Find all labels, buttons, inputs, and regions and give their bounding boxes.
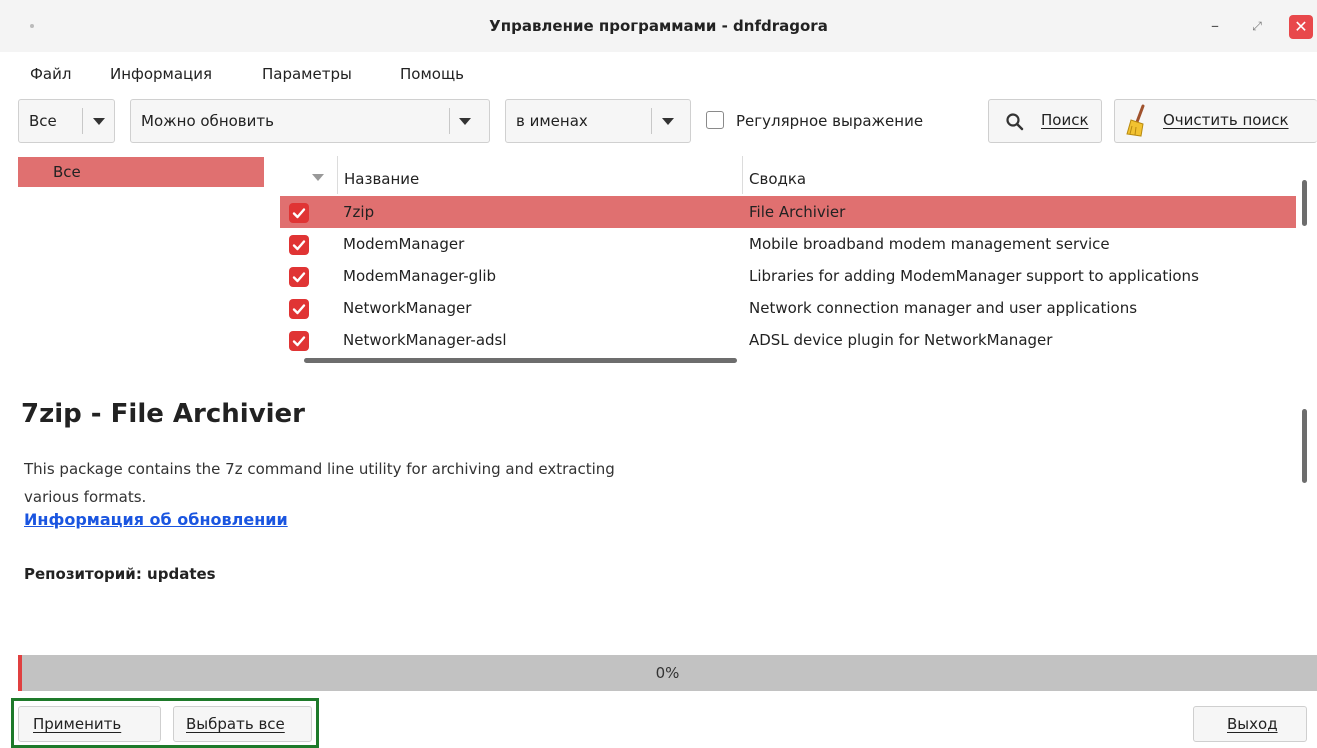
select-all-button-label: Выбрать все — [186, 715, 285, 733]
group-item-all[interactable]: Все — [18, 157, 264, 187]
search-field-value: в именах — [516, 112, 588, 130]
table-row[interactable]: ModemManager-glib Libraries for adding M… — [280, 260, 1296, 292]
row-checkbox[interactable] — [289, 331, 309, 351]
sort-arrow-icon[interactable] — [312, 174, 324, 181]
details-repository: Репозиторий: updates — [24, 565, 216, 583]
table-row[interactable]: NetworkManager Network connection manage… — [280, 292, 1296, 324]
table-row[interactable]: ModemManager Mobile broadband modem mana… — [280, 228, 1296, 260]
chevron-down-icon — [459, 118, 471, 125]
group-item-label: Все — [53, 163, 81, 181]
check-icon — [292, 304, 306, 315]
regex-label: Регулярное выражение — [736, 112, 924, 130]
select-all-button[interactable]: Выбрать все — [173, 706, 312, 742]
menu-bar: Файл Информация Параметры Помощь — [0, 60, 1317, 88]
chevron-down-icon — [93, 118, 105, 125]
menu-info[interactable]: Информация — [110, 60, 212, 88]
package-summary: Libraries for adding ModemManager suppor… — [749, 267, 1199, 285]
maximize-button[interactable]: ⤢ — [1248, 16, 1266, 36]
table-row[interactable]: NetworkManager-adsl ADSL device plugin f… — [280, 324, 1296, 356]
package-summary: Mobile broadband modem management servic… — [749, 235, 1110, 253]
horizontal-scrollbar[interactable] — [304, 358, 737, 363]
details-scrollbar[interactable] — [1302, 409, 1307, 483]
column-header-name[interactable]: Название — [344, 160, 419, 198]
window-title: Управление программами - dnfdragora — [489, 17, 828, 35]
menu-options[interactable]: Параметры — [262, 60, 352, 88]
regex-checkbox[interactable] — [706, 111, 724, 129]
package-summary: ADSL device plugin for NetworkManager — [749, 331, 1053, 349]
update-info-link[interactable]: Информация об обновлении — [24, 510, 288, 529]
check-icon — [292, 272, 306, 283]
scope-value: Все — [29, 112, 57, 130]
clear-search-button-label: Очистить поиск — [1163, 111, 1289, 129]
progress-bar: 0% — [18, 655, 1317, 691]
quit-button[interactable]: Выход — [1193, 706, 1307, 742]
package-name: ModemManager — [343, 235, 465, 253]
details-title: 7zip - File Archivier — [21, 399, 306, 429]
menu-help[interactable]: Помощь — [400, 60, 464, 88]
check-icon — [292, 336, 306, 347]
progress-label: 0% — [655, 664, 680, 682]
row-checkbox[interactable] — [289, 267, 309, 287]
chevron-down-icon — [662, 118, 674, 125]
minimize-button[interactable]: – — [1206, 16, 1224, 36]
package-summary: File Archivier — [749, 203, 846, 221]
filter-value: Можно обновить — [141, 112, 274, 130]
vertical-scrollbar[interactable] — [1302, 180, 1307, 226]
quit-button-label: Выход — [1227, 715, 1278, 733]
apply-button[interactable]: Применить — [18, 706, 161, 742]
close-button[interactable]: ✕ — [1289, 15, 1313, 39]
clear-search-button[interactable]: Очистить поиск — [1114, 99, 1317, 143]
row-checkbox[interactable] — [289, 203, 309, 223]
check-icon — [292, 208, 306, 219]
search-button-label: Поиск — [1041, 111, 1089, 129]
table-row[interactable]: 7zip File Archivier — [280, 196, 1296, 228]
filter-combo[interactable]: Можно обновить — [130, 99, 490, 143]
package-name: 7zip — [343, 203, 375, 221]
package-summary: Network connection manager and user appl… — [749, 299, 1138, 317]
package-name: NetworkManager-adsl — [343, 331, 507, 349]
row-checkbox[interactable] — [289, 299, 309, 319]
row-checkbox[interactable] — [289, 235, 309, 255]
package-name: NetworkManager — [343, 299, 472, 317]
search-button[interactable]: Поиск — [988, 99, 1102, 143]
menu-file[interactable]: Файл — [30, 60, 71, 88]
broom-icon — [1126, 104, 1145, 137]
check-icon — [292, 240, 306, 251]
search-icon — [1006, 113, 1024, 131]
column-header-summary[interactable]: Сводка — [749, 160, 806, 198]
details-description: This package contains the 7z command lin… — [24, 460, 615, 506]
scope-combo[interactable]: Все — [18, 99, 115, 143]
search-field-combo[interactable]: в именах — [505, 99, 691, 143]
package-name: ModemManager-glib — [343, 267, 497, 285]
apply-button-label: Применить — [33, 715, 122, 733]
